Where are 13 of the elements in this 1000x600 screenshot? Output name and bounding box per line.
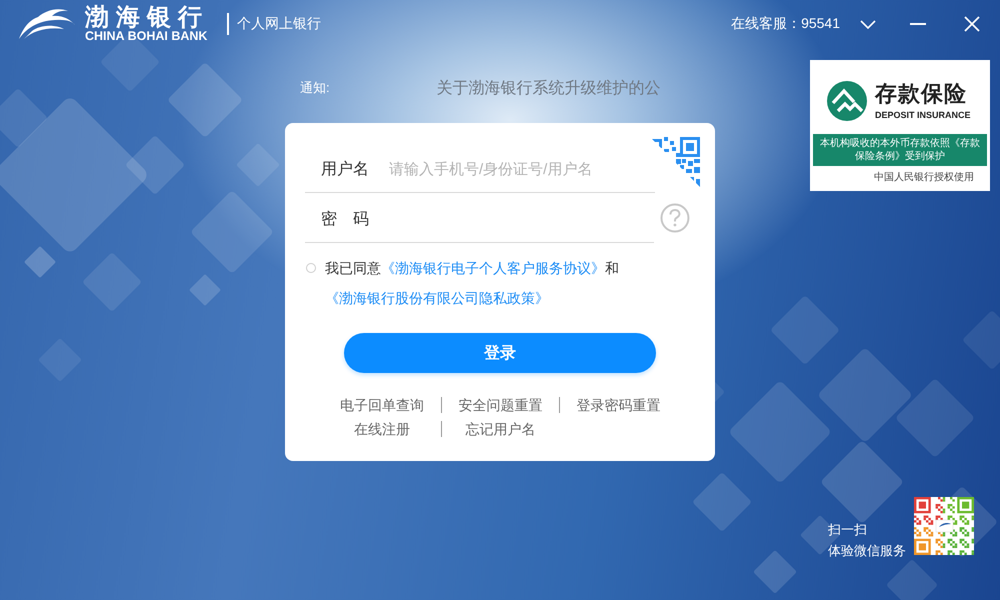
bank-name-english: CHINA BOHAI BANK [85, 30, 208, 43]
notice-label: 通知: [300, 79, 330, 97]
insurance-statement: 本机构吸收的本外币存款依照《存款保险条例》受到保护 [813, 134, 987, 166]
field-label: 用户名 [321, 160, 369, 180]
product-title: 个人网上银行 [237, 15, 321, 33]
agreement-text: 我已同意《渤海银行电子个人客户服务协议》和 《渤海银行股份有限公司隐私政策》 [325, 259, 620, 308]
bank-name: 渤海银行 [85, 6, 209, 30]
authorization-note: 中国人民银行授权使用 [874, 172, 974, 184]
insurance-subtitle: DEPOSIT INSURANCE [875, 110, 971, 121]
wechat-caption: 扫一扫 [828, 521, 868, 539]
wechat-caption: 体验微信服务 [828, 542, 906, 560]
hotline-text: 在线客服：95541 [731, 15, 840, 33]
insurance-title: 存款保险 [875, 81, 968, 107]
